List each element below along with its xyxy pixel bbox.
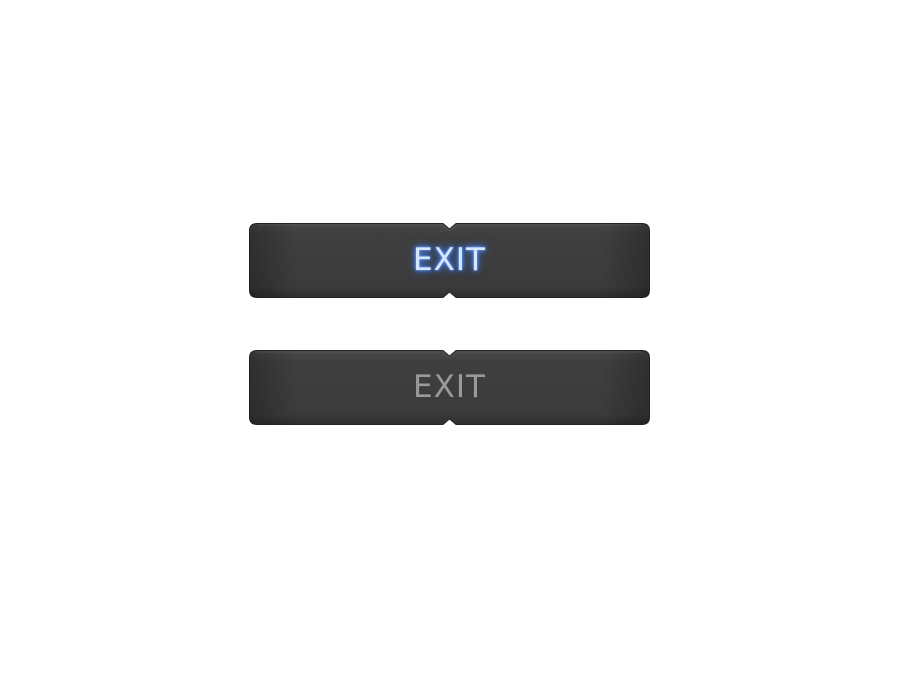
exit-button-label: EXIT	[413, 369, 486, 405]
exit-button-hover-label: EXIT	[413, 242, 486, 278]
menu-canvas: EXIT EXIT	[0, 0, 900, 700]
exit-button[interactable]: EXIT	[249, 350, 650, 425]
exit-button-hover[interactable]: EXIT	[249, 223, 650, 298]
